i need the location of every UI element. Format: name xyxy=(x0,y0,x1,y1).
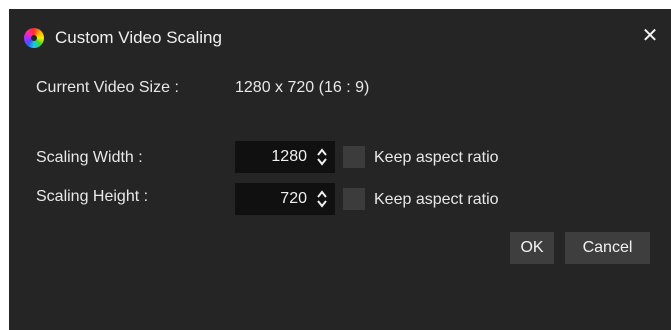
height-keep-aspect-label: Keep aspect ratio xyxy=(374,191,499,208)
custom-video-scaling-dialog: Custom Video Scaling ✕ Current Video Siz… xyxy=(9,9,671,330)
height-keep-aspect-checkbox[interactable] xyxy=(343,188,365,210)
scaling-height-label: Scaling Height : xyxy=(36,188,149,205)
scaling-width-value[interactable]: 1280 xyxy=(271,148,307,166)
scaling-height-spinbox[interactable]: 720 xyxy=(235,183,335,215)
width-keep-aspect-checkbox[interactable] xyxy=(343,146,365,168)
scaling-height-value[interactable]: 720 xyxy=(280,190,307,208)
color-wheel-icon xyxy=(24,28,44,48)
scaling-width-label: Scaling Width : xyxy=(36,149,143,166)
current-size-value: 1280 x 720 (16 : 9) xyxy=(235,79,370,96)
spin-arrows-icon[interactable] xyxy=(315,188,329,210)
cancel-button[interactable]: Cancel xyxy=(565,232,650,264)
close-icon[interactable]: ✕ xyxy=(639,24,661,48)
dialog-title: Custom Video Scaling xyxy=(55,28,222,47)
current-size-label: Current Video Size : xyxy=(36,79,179,96)
scaling-width-spinbox[interactable]: 1280 xyxy=(235,141,335,173)
spin-arrows-icon[interactable] xyxy=(315,146,329,168)
title-bar: Custom Video Scaling ✕ xyxy=(9,9,671,57)
width-keep-aspect-label: Keep aspect ratio xyxy=(374,149,499,166)
ok-button[interactable]: OK xyxy=(510,232,554,264)
